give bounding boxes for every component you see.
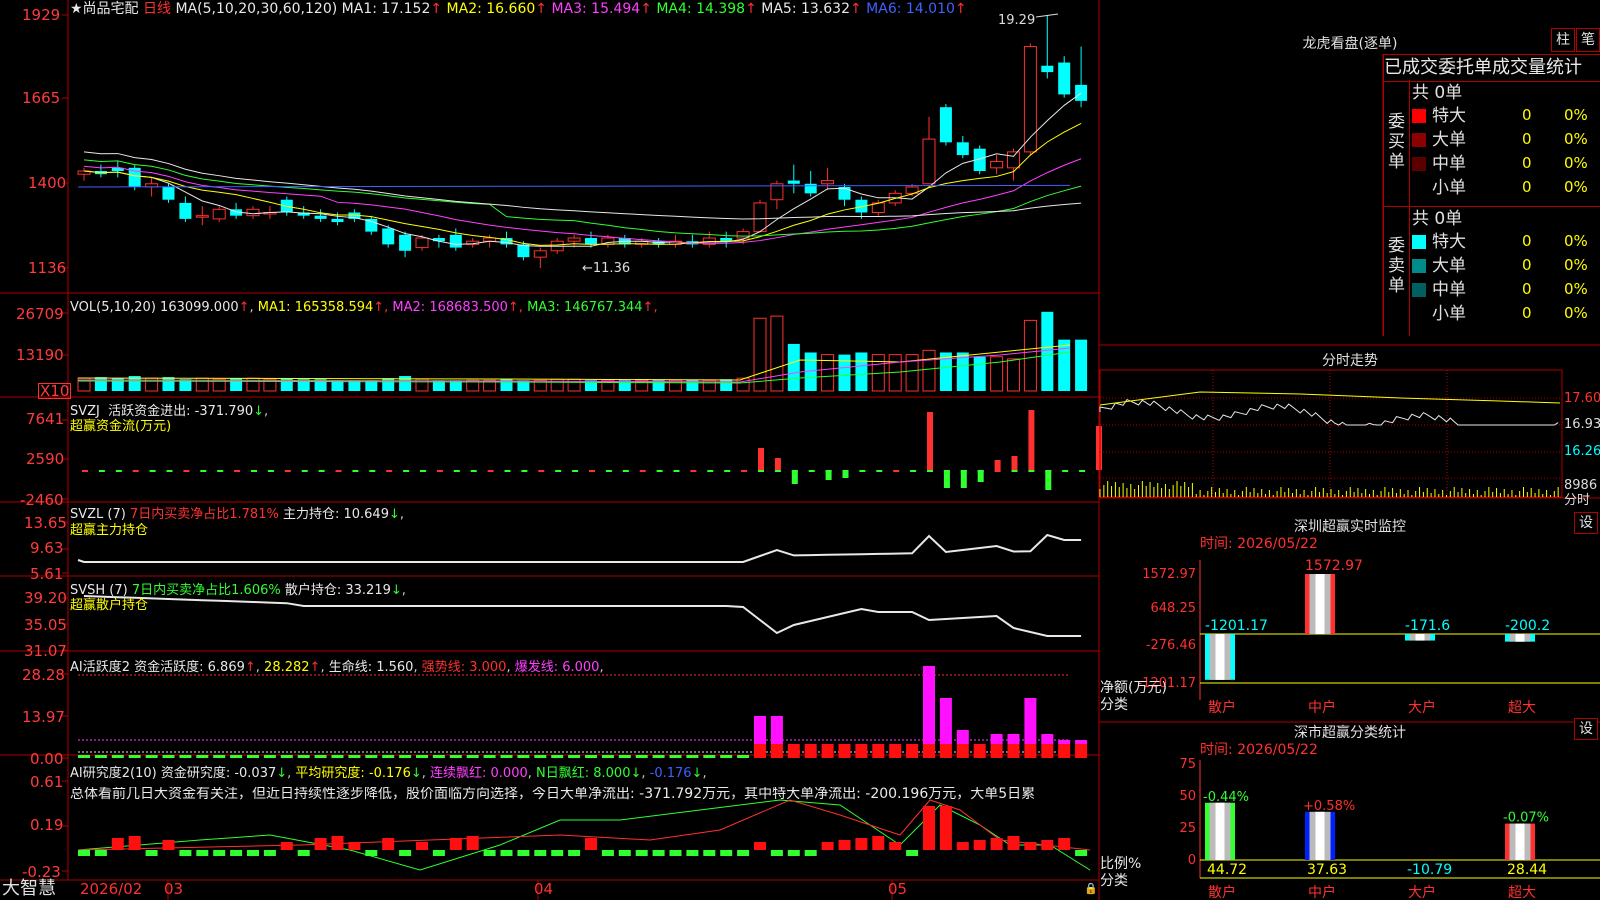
sz-category-xlabel: 分类 <box>1100 873 1128 889</box>
sz-category-ylabel: 比例% <box>1100 856 1142 872</box>
sz-cat-ytick: 0 <box>1188 853 1196 868</box>
sz-cat-value-label: 44.72 <box>1207 862 1247 878</box>
sz-cat-change-label: +0.58% <box>1303 799 1355 814</box>
sz-cat-ytick: 75 <box>1179 757 1196 772</box>
sz-cat-bar-highlight <box>1315 811 1325 860</box>
sz-cat-bar-highlight <box>1515 823 1525 860</box>
sz-category-chart: 75 50 25 0 -0.44% 44.72 散户 +0.58% 37.63 中户 -10.79 大… <box>1179 757 1600 900</box>
sz-cat-ytick: 25 <box>1179 821 1196 836</box>
sz-cat-value-label: 37.63 <box>1307 862 1347 878</box>
sz-cat-bar-highlight <box>1215 802 1225 860</box>
sz-cat-category: 散户 <box>1208 884 1236 900</box>
sz-cat-ytick: 50 <box>1179 789 1196 804</box>
sz-cat-value-label: 28.44 <box>1507 862 1547 878</box>
sz-cat-change-label: -0.07% <box>1503 811 1549 826</box>
sz-cat-category: 大户 <box>1408 884 1436 900</box>
sz-cat-change-label: -0.44% <box>1203 790 1249 805</box>
sz-cat-category: 超大 <box>1508 885 1536 900</box>
sz-cat-category: 中户 <box>1308 884 1336 900</box>
sz-cat-value-label: -10.79 <box>1407 862 1452 878</box>
